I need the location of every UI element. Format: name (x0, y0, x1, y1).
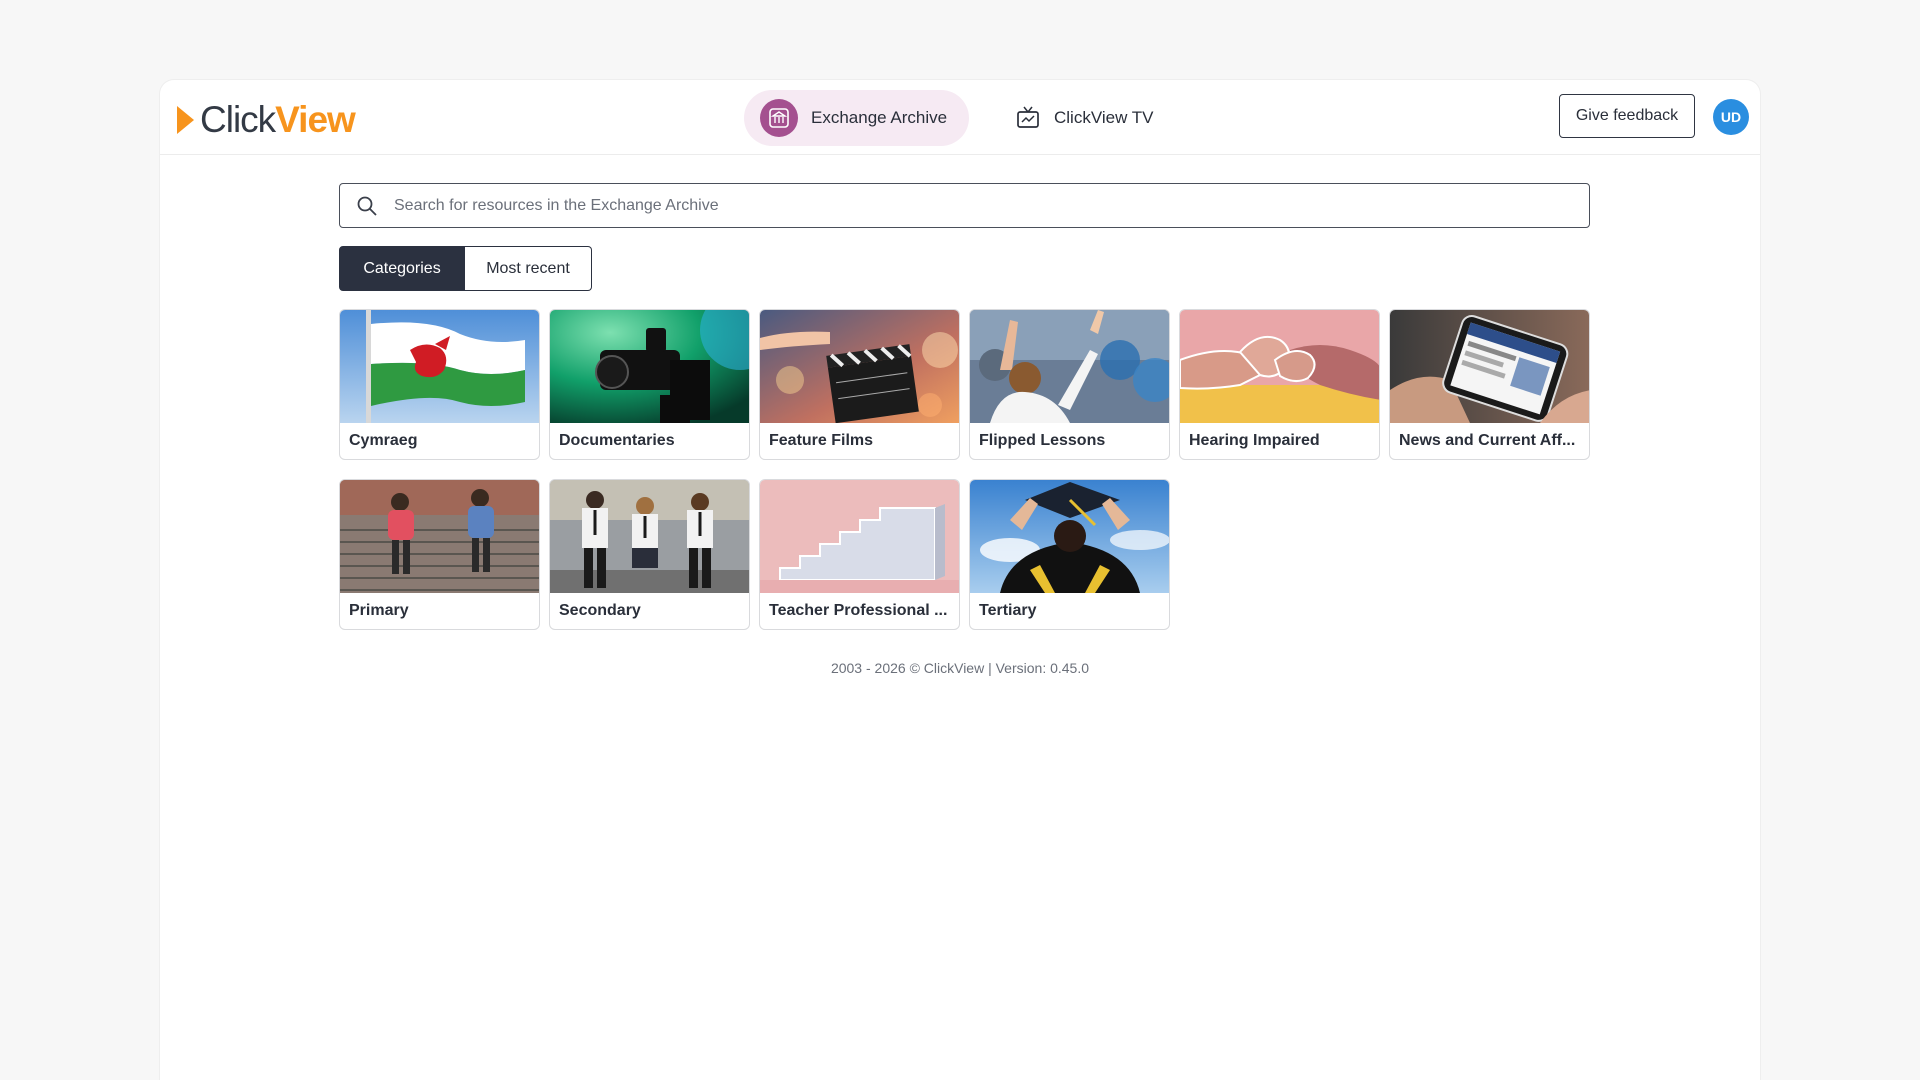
archive-building-icon (760, 99, 798, 137)
category-card-primary[interactable]: Primary (339, 479, 540, 630)
category-card-secondary[interactable]: Secondary (549, 479, 750, 630)
category-label: Cymraeg (349, 432, 418, 449)
secondary-students-image (550, 480, 749, 593)
category-card-teacher-professional[interactable]: Teacher Professional ... (759, 479, 960, 630)
category-card-hearing-impaired[interactable]: Hearing Impaired (1179, 309, 1380, 460)
category-label: Hearing Impaired (1189, 432, 1320, 449)
tv-icon (1015, 105, 1041, 131)
camera-image (550, 310, 749, 423)
category-card-news[interactable]: News and Current Aff... (1389, 309, 1590, 460)
category-card-flipped-lessons[interactable]: Flipped Lessons (969, 309, 1170, 460)
nav-tv-label: ClickView TV (1054, 108, 1154, 127)
category-label: Flipped Lessons (979, 432, 1106, 449)
clickview-logo[interactable]: ClickView (177, 99, 356, 140)
category-label: News and Current Aff... (1399, 432, 1576, 449)
graduation-cap-image (970, 480, 1169, 593)
user-avatar[interactable]: UD (1713, 99, 1749, 135)
search-input[interactable] (392, 184, 1589, 227)
category-label: Secondary (559, 602, 641, 619)
logo-play-icon (177, 106, 194, 134)
give-feedback-button[interactable]: Give feedback (1559, 94, 1695, 138)
category-card-documentaries[interactable]: Documentaries (549, 309, 750, 460)
category-label: Documentaries (559, 432, 675, 449)
clapperboard-image (760, 310, 959, 423)
tab-categories[interactable]: Categories (339, 246, 465, 291)
category-card-feature-films[interactable]: Feature Films (759, 309, 960, 460)
nav-exchange-label: Exchange Archive (811, 108, 948, 127)
category-card-cymraeg[interactable]: Cymraeg (339, 309, 540, 460)
search-bar[interactable] (339, 183, 1590, 228)
footer-copyright: 2003 - 2026 © ClickView | Version: 0.45.… (830, 660, 1090, 676)
category-card-tertiary[interactable]: Tertiary (969, 479, 1170, 630)
tab-most-recent[interactable]: Most recent (465, 246, 592, 291)
phone-news-image (1390, 310, 1589, 423)
welsh-flag-image (340, 310, 539, 423)
nav-clickview-tv[interactable]: ClickView TV (1001, 90, 1161, 146)
classroom-image (970, 310, 1169, 423)
app-window: ClickView Exchange Archive ClickView TV … (160, 80, 1760, 1080)
primary-students-image (340, 480, 539, 593)
category-label: Primary (349, 602, 409, 619)
top-header: ClickView Exchange Archive ClickView TV … (160, 80, 1760, 155)
sign-language-image (1180, 310, 1379, 423)
view-tabs: Categories Most recent (339, 246, 592, 291)
category-label: Feature Films (769, 432, 874, 449)
stairs-image (760, 480, 959, 593)
search-icon (357, 196, 377, 216)
category-label: Tertiary (979, 602, 1037, 619)
nav-exchange-archive[interactable]: Exchange Archive (744, 90, 969, 146)
category-label: Teacher Professional ... (769, 602, 948, 619)
logo-text: ClickView (200, 99, 356, 140)
